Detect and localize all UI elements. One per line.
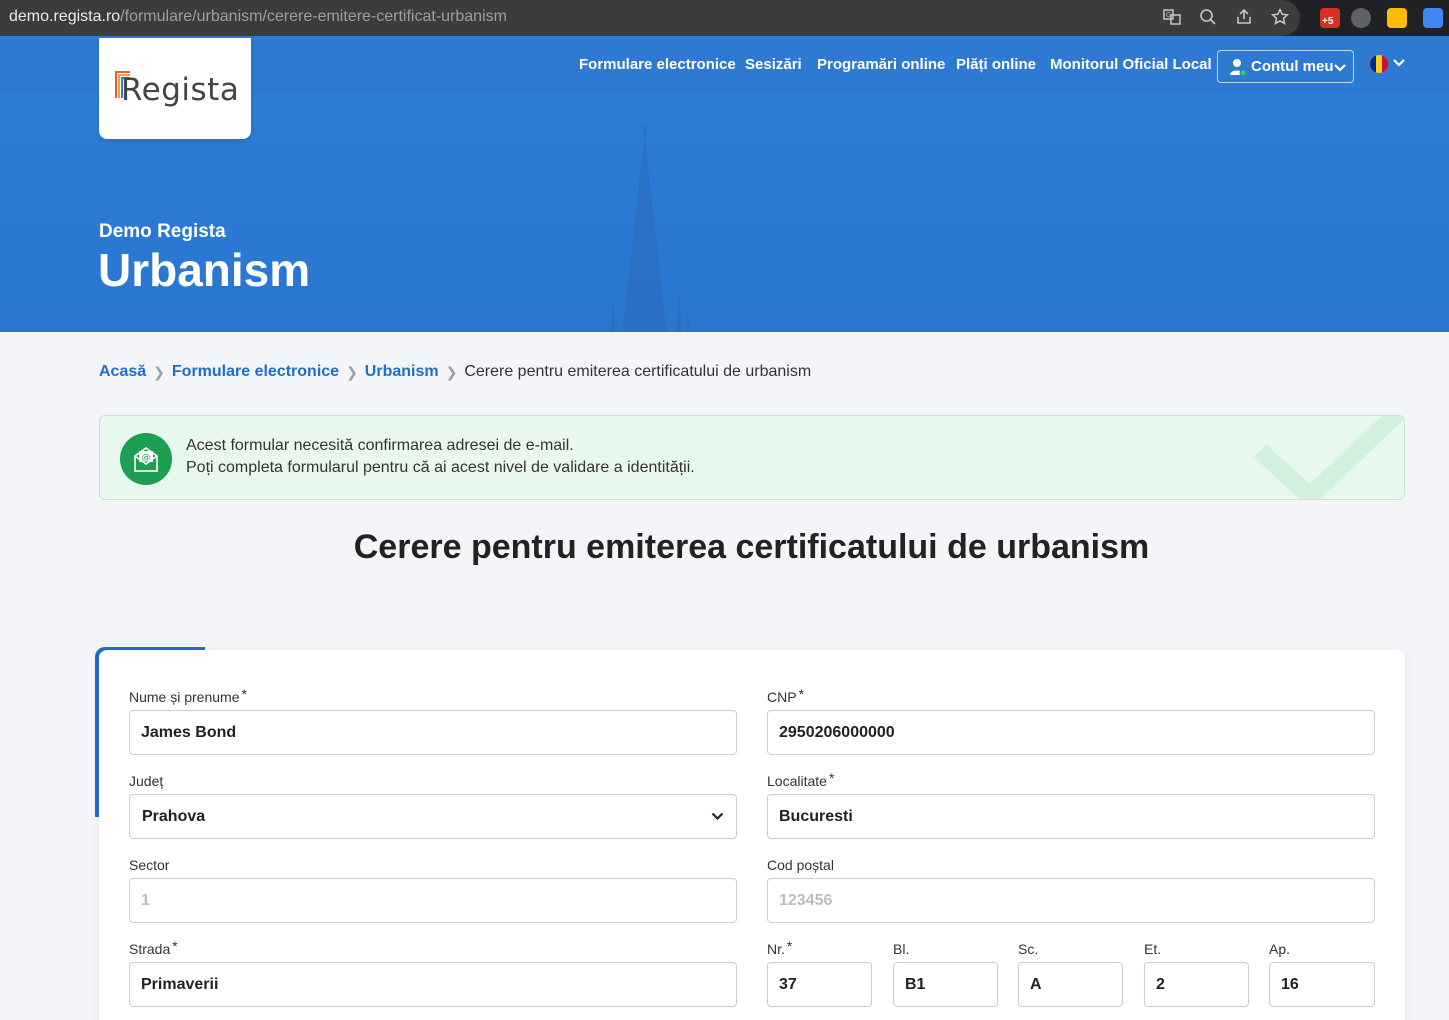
browser-toolbar: demo.regista.ro/formulare/urbanism/cerer… xyxy=(0,0,1449,36)
chevron-down-icon xyxy=(711,812,724,821)
breadcrumb: Acasă ❯ Formulare electronice ❯ Urbanism… xyxy=(99,363,811,381)
cathedral-spire-image xyxy=(610,126,690,332)
hero-subtitle: Demo Regista xyxy=(99,221,226,242)
nr-field[interactable] xyxy=(767,962,872,1007)
page-title: Cerere pentru emiterea certificatului de… xyxy=(353,528,1150,566)
nr-label: Nr. * xyxy=(767,938,793,957)
language-chevron-icon[interactable] xyxy=(1393,58,1405,67)
breadcrumb-formulare[interactable]: Formulare electronice xyxy=(172,363,339,381)
name-field[interactable] xyxy=(129,710,737,755)
svg-text:G: G xyxy=(1166,12,1171,19)
sc-label: Sc. xyxy=(1018,941,1039,957)
user-icon xyxy=(1230,59,1247,77)
account-label: Contul meu xyxy=(1251,58,1334,75)
hero-title: Urbanism xyxy=(98,244,311,296)
cnp-field[interactable] xyxy=(767,710,1375,755)
nav-programari[interactable]: Programări online xyxy=(817,56,945,73)
site-header: Regista Formulare electronice Sesizări P… xyxy=(0,36,1449,332)
ap-label: Ap. xyxy=(1269,941,1291,957)
locality-label: Localitate * xyxy=(767,770,835,789)
ap-field[interactable] xyxy=(1269,962,1375,1007)
et-label: Et. xyxy=(1144,941,1162,957)
breadcrumb-home[interactable]: Acasă xyxy=(99,363,146,381)
check-watermark-icon xyxy=(1253,416,1404,499)
address-bar[interactable]: demo.regista.ro/formulare/urbanism/cerer… xyxy=(0,0,1300,36)
postal-code-label: Cod poștal xyxy=(767,857,834,873)
sc-field[interactable] xyxy=(1018,962,1123,1007)
postal-code-field[interactable] xyxy=(767,878,1375,923)
bookmark-star-icon[interactable] xyxy=(1270,7,1290,28)
bl-label: Bl. xyxy=(893,941,910,957)
locality-field[interactable] xyxy=(767,794,1375,839)
share-icon[interactable] xyxy=(1234,8,1254,28)
extension-bulb-icon[interactable] xyxy=(1387,8,1407,28)
sector-field[interactable] xyxy=(129,878,737,923)
county-label: Județ xyxy=(129,773,164,789)
romania-flag-icon[interactable] xyxy=(1370,55,1388,73)
zoom-icon[interactable] xyxy=(1198,8,1218,28)
extension-badge-icon[interactable]: +5 xyxy=(1320,8,1340,28)
account-menu-button[interactable]: Contul meu xyxy=(1217,50,1354,83)
form-card: Nume și prenume* CNP* Județ Prahova Loca… xyxy=(99,650,1405,1020)
nav-sesizari[interactable]: Sesizări xyxy=(745,56,802,73)
breadcrumb-urbanism[interactable]: Urbanism xyxy=(365,363,439,381)
chevron-right-icon: ❯ xyxy=(346,363,358,380)
logo-text: Regista xyxy=(121,72,240,108)
email-envelope-icon: @ xyxy=(120,433,172,485)
chevron-right-icon: ❯ xyxy=(153,363,165,380)
sector-label: Sector xyxy=(129,857,170,873)
translate-icon[interactable]: G xyxy=(1162,8,1182,28)
nav-formulare[interactable]: Formulare electronice xyxy=(579,56,736,73)
url-text[interactable]: demo.regista.ro/formulare/urbanism/cerer… xyxy=(9,8,507,26)
breadcrumb-current: Cerere pentru emiterea certificatului de… xyxy=(464,363,812,380)
nav-plati[interactable]: Plăți online xyxy=(956,56,1036,73)
chevron-right-icon: ❯ xyxy=(445,363,458,380)
cnp-label: CNP * xyxy=(767,686,805,705)
email-validation-notice: @ Acest formular necesită confirmarea ad… xyxy=(99,415,1405,500)
street-field[interactable] xyxy=(129,962,737,1007)
notice-line-2: Poți completa formularul pentru că ai ac… xyxy=(186,459,695,476)
county-selected-value: Prahova xyxy=(142,808,206,825)
street-label: Strada * xyxy=(129,938,178,957)
regista-logo[interactable]: Regista xyxy=(99,38,251,139)
bl-field[interactable] xyxy=(893,962,998,1007)
chevron-down-icon xyxy=(1334,64,1346,72)
et-field[interactable] xyxy=(1144,962,1249,1007)
extension-translate-icon[interactable] xyxy=(1423,8,1443,28)
notice-line-1: Acest formular necesită confirmarea adre… xyxy=(186,437,574,454)
extension-globe-icon[interactable] xyxy=(1351,8,1371,28)
county-select[interactable]: Prahova xyxy=(129,794,737,839)
name-label: Nume și prenume * xyxy=(129,686,247,705)
nav-monitorul[interactable]: Monitorul Oficial Local xyxy=(1050,56,1212,73)
